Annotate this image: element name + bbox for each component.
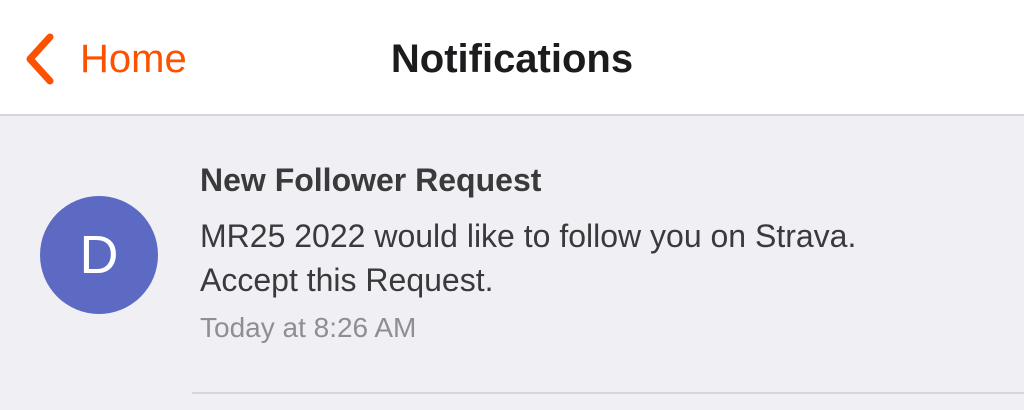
notification-body-line: MR25 2022 would like to follow you on St… bbox=[200, 218, 857, 254]
notification-body-line: Accept this Request. bbox=[200, 262, 494, 298]
notification-item[interactable]: D New Follower Request MR25 2022 would l… bbox=[0, 116, 1024, 392]
notifications-list: D New Follower Request MR25 2022 would l… bbox=[0, 116, 1024, 410]
notification-timestamp: Today at 8:26 AM bbox=[200, 312, 417, 343]
notification-title: New Follower Request bbox=[200, 162, 542, 198]
page-title: Notifications bbox=[390, 37, 634, 81]
navigation-bar: Home Notifications bbox=[0, 0, 1024, 116]
avatar: D bbox=[40, 196, 158, 314]
notification-body: MR25 2022 would like to follow you on St… bbox=[200, 214, 980, 302]
row-divider bbox=[192, 392, 1024, 394]
